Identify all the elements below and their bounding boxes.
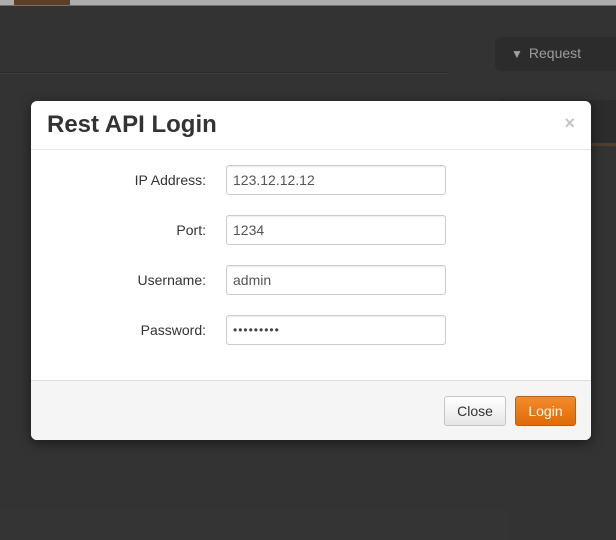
ip-address-label: IP Address: [134,172,206,188]
port-row: Port: [31,215,591,245]
modal-body: IP Address: Port: Username: Password: [31,150,591,380]
password-label: Password: [140,322,206,338]
username-label: Username: [137,272,206,288]
username-row: Username: [31,265,591,295]
modal-header: Rest API Login × [31,101,591,150]
modal-title: Rest API Login [47,111,217,138]
password-row: Password: [31,315,591,345]
password-input[interactable] [226,315,446,345]
ip-address-input[interactable] [226,165,446,195]
close-icon[interactable]: × [564,113,575,134]
port-label: Port: [176,222,206,238]
login-button[interactable]: Login [515,396,576,426]
ip-address-row: IP Address: [31,165,591,195]
login-modal: Rest API Login × IP Address: Port: Usern… [31,101,591,440]
modal-footer: Close Login [31,380,591,440]
close-button[interactable]: Close [444,396,506,426]
username-input[interactable] [226,265,446,295]
port-input[interactable] [226,215,446,245]
